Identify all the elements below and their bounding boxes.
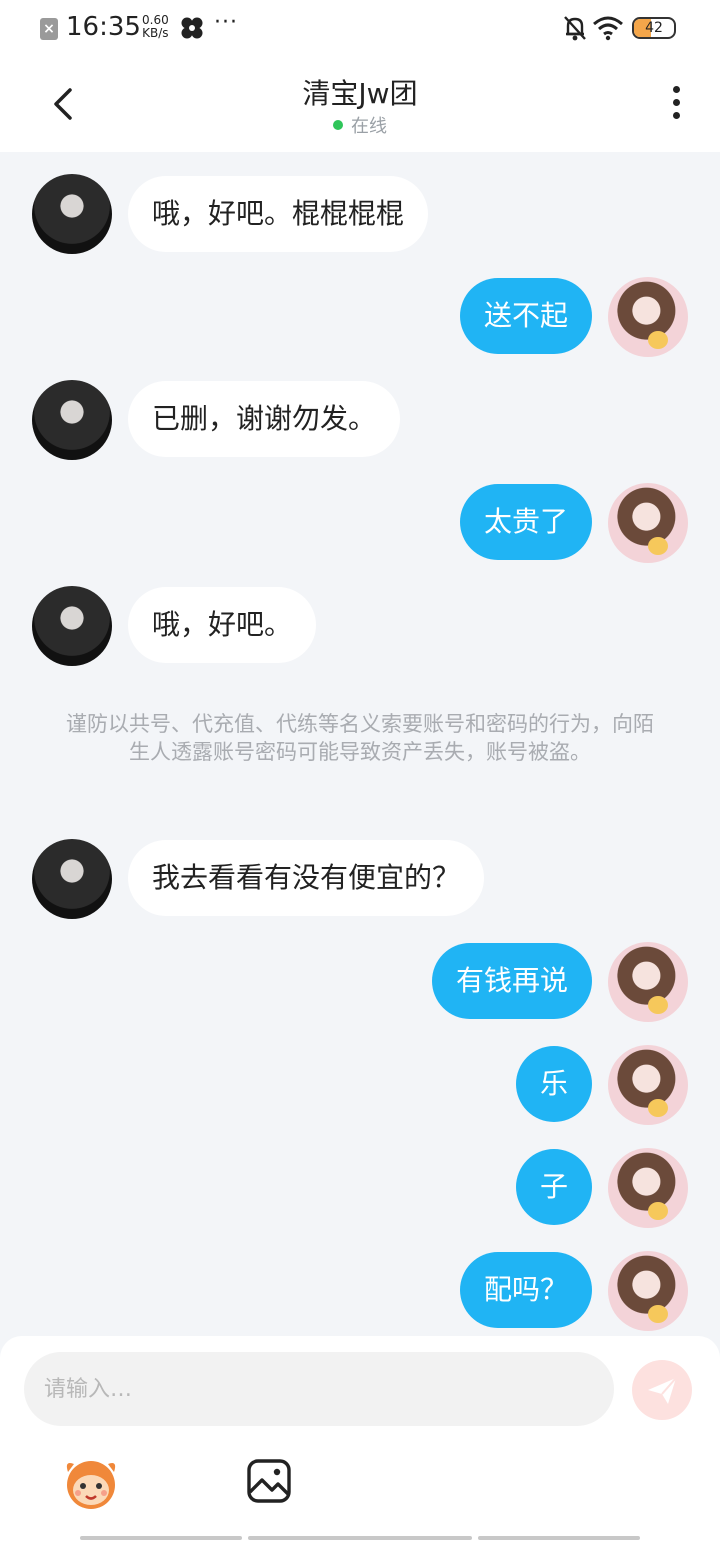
contact-avatar[interactable] bbox=[32, 174, 112, 254]
status-time: 16:35 bbox=[66, 12, 141, 42]
more-options-icon[interactable] bbox=[664, 86, 688, 126]
outgoing-message[interactable]: 送不起 bbox=[459, 278, 592, 354]
my-avatar[interactable] bbox=[608, 1148, 688, 1228]
more-notifications-icon: ··· bbox=[214, 10, 238, 35]
chat-title: 清宝Jw团 bbox=[302, 77, 418, 110]
outgoing-message[interactable]: 有钱再说 bbox=[431, 943, 592, 1019]
outgoing-message[interactable]: 子 bbox=[515, 1149, 592, 1225]
nav-bar-segment bbox=[478, 1536, 640, 1540]
contact-avatar[interactable] bbox=[32, 586, 112, 666]
my-avatar[interactable] bbox=[608, 277, 688, 357]
sticker-mascot-icon[interactable] bbox=[60, 1452, 122, 1512]
outgoing-message[interactable]: 乐 bbox=[515, 1046, 592, 1122]
fan-icon bbox=[181, 17, 203, 39]
nav-bar-segment bbox=[80, 1536, 242, 1540]
online-dot-icon bbox=[333, 120, 343, 130]
status-bar: × 16:35 0.60 KB/s ··· 42 bbox=[0, 0, 720, 56]
message-composer bbox=[0, 1336, 720, 1544]
security-notice: 谨防以共号、代充值、代练等名义索要账号和密码的行为，向陌生人透露账号密码可能导致… bbox=[66, 712, 654, 764]
chat-header: 清宝Jw团 在线 bbox=[0, 56, 720, 152]
contact-avatar[interactable] bbox=[32, 839, 112, 919]
my-avatar[interactable] bbox=[608, 942, 688, 1022]
send-icon bbox=[648, 1377, 677, 1404]
network-speed: 0.60 KB/s bbox=[142, 14, 169, 40]
online-status-label: 在线 bbox=[351, 116, 387, 137]
outgoing-message[interactable]: 配吗？ bbox=[459, 1252, 592, 1328]
bell-muted-icon bbox=[564, 16, 586, 41]
battery-indicator: 42 bbox=[632, 17, 676, 39]
incoming-message[interactable]: 我去看看有没有便宜的？ bbox=[128, 840, 485, 916]
incoming-message[interactable]: 哦，好吧。棍棍棍棍 bbox=[128, 176, 429, 252]
network-speed-unit: KB/s bbox=[142, 26, 169, 40]
close-notification-icon: × bbox=[40, 18, 58, 40]
battery-percent: 42 bbox=[645, 20, 663, 36]
my-avatar[interactable] bbox=[608, 1045, 688, 1125]
wifi-icon bbox=[593, 16, 623, 41]
online-status: 在线 bbox=[0, 112, 720, 138]
outgoing-message[interactable]: 太贵了 bbox=[459, 484, 592, 560]
message-input[interactable] bbox=[24, 1352, 614, 1426]
my-avatar[interactable] bbox=[608, 1251, 688, 1331]
image-icon[interactable] bbox=[246, 1458, 292, 1504]
incoming-message[interactable]: 哦，好吧。 bbox=[128, 587, 317, 663]
nav-bar-segment bbox=[248, 1536, 472, 1540]
incoming-message[interactable]: 已删，谢谢勿发。 bbox=[128, 381, 401, 457]
my-avatar[interactable] bbox=[608, 483, 688, 563]
send-button[interactable] bbox=[632, 1360, 692, 1420]
contact-avatar[interactable] bbox=[32, 380, 112, 460]
